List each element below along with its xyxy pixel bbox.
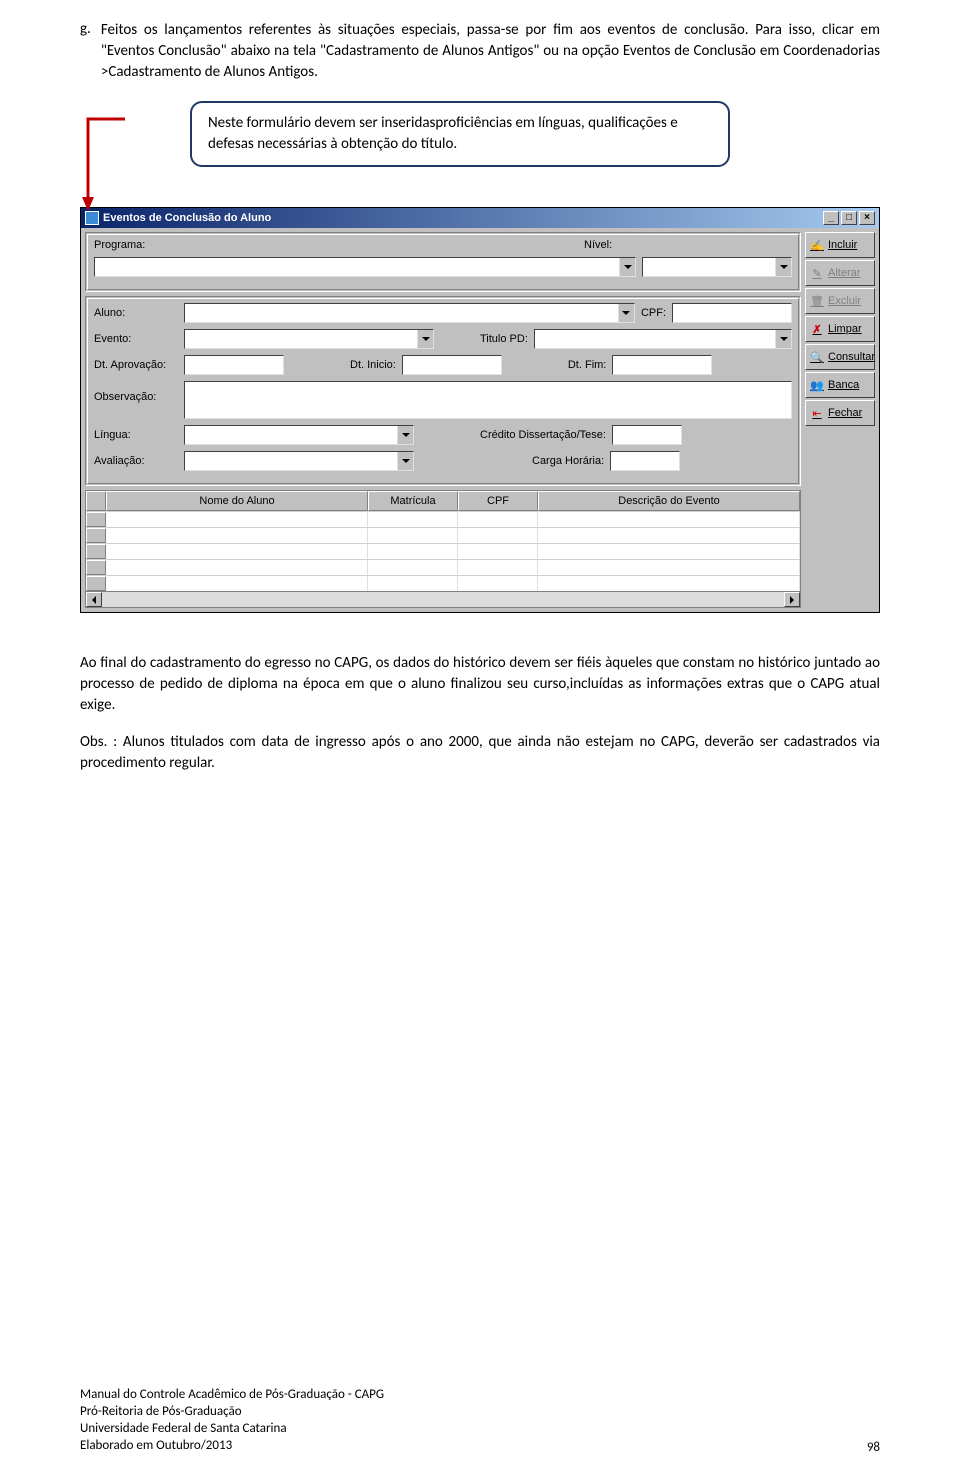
button-alterar[interactable]: ✎ Alterar: [805, 260, 875, 286]
scrollbar-horizontal[interactable]: [86, 591, 800, 607]
scroll-right-icon[interactable]: [784, 592, 800, 607]
maximize-button[interactable]: □: [841, 211, 857, 225]
people-icon: 👥: [809, 377, 825, 393]
label-avaliacao: Avaliação:: [94, 455, 178, 467]
footer-line: Universidade Federal de Santa Catarina: [80, 1421, 384, 1438]
page-number: 98: [867, 1440, 880, 1455]
button-excluir[interactable]: 🗑 Excluir: [805, 288, 875, 314]
app-window: Eventos de Conclusão do Aluno _ □ × Prog…: [80, 207, 880, 613]
button-consultar[interactable]: 🔍 Consultar: [805, 344, 875, 370]
label-evento: Evento:: [94, 333, 178, 345]
field-credito[interactable]: [612, 425, 682, 445]
scroll-left-icon[interactable]: [86, 592, 102, 607]
data-grid: Nome do Aluno Matrícula CPF Descrição do…: [85, 490, 801, 608]
combo-avaliacao[interactable]: [184, 451, 414, 471]
combo-titulo-pd[interactable]: [534, 329, 792, 349]
label-carga: Carga Horária:: [532, 455, 604, 467]
field-cpf[interactable]: [672, 303, 792, 323]
btn-label: Fechar: [828, 407, 862, 419]
chevron-down-icon: [397, 426, 413, 444]
chevron-down-icon: [775, 330, 791, 348]
button-incluir[interactable]: ✍ Incluir: [805, 232, 875, 258]
label-lingua: Língua:: [94, 429, 178, 441]
panel-programa: Programa: Nível:: [85, 232, 801, 292]
label-aluno: Aluno:: [94, 307, 178, 319]
panel-main: Aluno: CPF: Evento: Titulo PD: Dt. Aprov…: [85, 296, 801, 486]
label-dt-inicio: Dt. Inicio:: [350, 359, 396, 371]
field-dt-aprov[interactable]: [184, 355, 284, 375]
minimize-button[interactable]: _: [823, 211, 839, 225]
chevron-down-icon: [619, 258, 635, 276]
sidebar: ✍ Incluir ✎ Alterar 🗑 Excluir ✗ Limpar 🔍…: [805, 232, 875, 608]
chevron-down-icon: [417, 330, 433, 348]
search-icon: 🔍: [809, 349, 825, 365]
btn-label: Alterar: [828, 267, 860, 279]
arrow-icon: [70, 107, 140, 197]
paragraph-2: Obs. : Alunos titulados com data de ingr…: [80, 732, 880, 774]
btn-label: Incluir: [828, 239, 857, 251]
titlebar: Eventos de Conclusão do Aluno _ □ ×: [81, 208, 879, 228]
x-icon: ✗: [809, 321, 825, 337]
field-carga[interactable]: [610, 451, 680, 471]
label-dt-aprov: Dt. Aprovação:: [94, 359, 178, 371]
table-row[interactable]: [86, 575, 800, 591]
btn-label: Excluir: [828, 295, 861, 307]
col-cpf[interactable]: CPF: [458, 491, 538, 511]
field-dt-fim[interactable]: [612, 355, 712, 375]
paragraph-1: Ao final do cadastramento do egresso no …: [80, 653, 880, 716]
chevron-down-icon: [397, 452, 413, 470]
button-limpar[interactable]: ✗ Limpar: [805, 316, 875, 342]
label-programa: Programa:: [94, 239, 158, 251]
trash-icon: 🗑: [809, 293, 825, 309]
button-banca[interactable]: 👥 Banca: [805, 372, 875, 398]
label-cpf: CPF:: [641, 307, 666, 319]
hand-write-icon: ✍: [809, 237, 825, 253]
table-row[interactable]: [86, 527, 800, 543]
combo-lingua[interactable]: [184, 425, 414, 445]
footer-line: Elaborado em Outubro/2013: [80, 1438, 384, 1455]
label-dt-fim: Dt. Fim:: [568, 359, 607, 371]
col-descricao[interactable]: Descrição do Evento: [538, 491, 800, 511]
combo-aluno[interactable]: [184, 303, 635, 323]
footer-line: Pró-Reitoria de Pós-Graduação: [80, 1404, 384, 1421]
btn-label: Banca: [828, 379, 859, 391]
list-text: Feitos os lançamentos referentes às situ…: [101, 20, 880, 83]
field-dt-inicio[interactable]: [402, 355, 502, 375]
close-button[interactable]: ×: [859, 211, 875, 225]
combo-evento[interactable]: [184, 329, 434, 349]
edit-icon: ✎: [809, 265, 825, 281]
callout-box: Neste formulário devem ser inseridasprof…: [190, 101, 730, 167]
col-nome[interactable]: Nome do Aluno: [106, 491, 368, 511]
grid-header: Nome do Aluno Matrícula CPF Descrição do…: [86, 491, 800, 511]
combo-programa[interactable]: [94, 257, 636, 277]
list-marker: g.: [80, 20, 91, 83]
button-fechar[interactable]: ⇤ Fechar: [805, 400, 875, 426]
door-exit-icon: ⇤: [809, 405, 825, 421]
chevron-down-icon: [618, 304, 634, 322]
page-footer: Manual do Controle Acadêmico de Pós-Grad…: [80, 1387, 384, 1455]
field-observacao[interactable]: [184, 381, 792, 419]
combo-nivel[interactable]: [642, 257, 792, 277]
table-row[interactable]: [86, 543, 800, 559]
scroll-track[interactable]: [102, 592, 784, 607]
chevron-down-icon: [775, 258, 791, 276]
label-observacao: Observação:: [94, 381, 178, 403]
footer-line: Manual do Controle Acadêmico de Pós-Grad…: [80, 1387, 384, 1404]
list-item-g: g. Feitos os lançamentos referentes às s…: [80, 20, 880, 83]
table-row[interactable]: [86, 511, 800, 527]
callout-row: Neste formulário devem ser inseridasprof…: [80, 107, 880, 197]
label-titulo-pd: Titulo PD:: [480, 333, 528, 345]
label-credito: Crédito Dissertação/Tese:: [480, 429, 606, 441]
col-matricula[interactable]: Matrícula: [368, 491, 458, 511]
label-nivel: Nível:: [584, 239, 612, 251]
table-row[interactable]: [86, 559, 800, 575]
btn-label: Consultar: [828, 351, 875, 363]
btn-label: Limpar: [828, 323, 862, 335]
